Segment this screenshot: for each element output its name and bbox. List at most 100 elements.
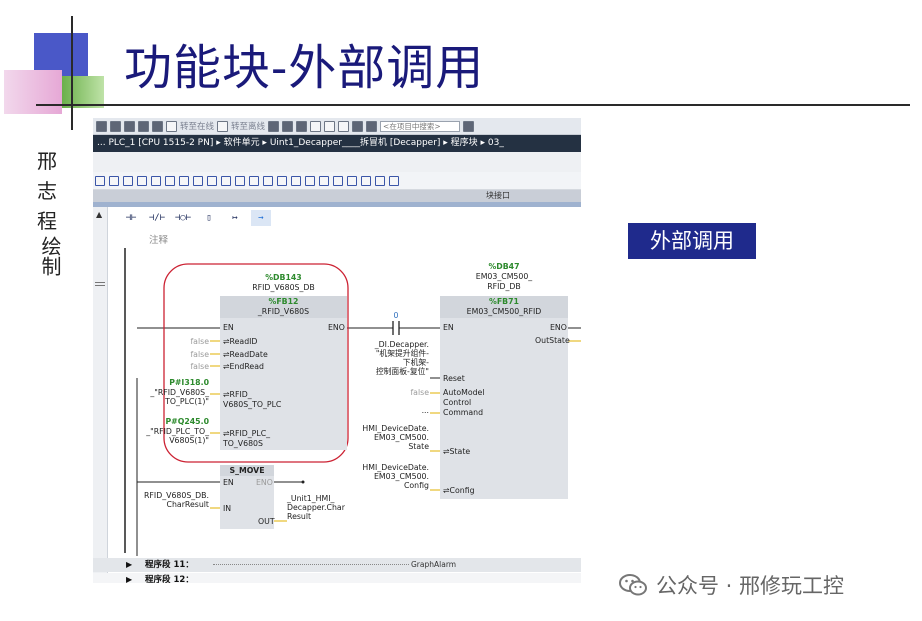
open-all-networks-icon[interactable] (179, 175, 189, 186)
smove-out-dst-1[interactable]: _Unit1_HMI_ (287, 494, 334, 503)
main-toolbar: 转至在线 转至离线 <在项目中搜索> (93, 118, 581, 135)
fb71-reset-src-1[interactable]: _DI.Decapper. (355, 340, 429, 349)
save-icon[interactable] (96, 120, 107, 132)
monitor-on-icon[interactable] (347, 175, 357, 186)
smove-out-dst-2[interactable]: Decapper.Char (287, 503, 345, 512)
step-icon[interactable] (375, 175, 385, 186)
network-overview-icon[interactable] (263, 175, 273, 186)
show-comment-icon[interactable] (207, 175, 217, 186)
absolute-address-icon[interactable] (151, 175, 161, 186)
decor-horizontal-line (36, 104, 910, 106)
fb12-in2-name-a[interactable]: _"RFID_PLC_TO_ (133, 427, 209, 436)
update-call-icon[interactable] (319, 175, 329, 186)
assignment-list-icon[interactable] (291, 175, 301, 186)
go-offline-icon[interactable] (217, 120, 229, 132)
fb71-db-name-a[interactable]: EM03_CM500_ (440, 272, 568, 281)
empty-box-icon[interactable]: ▯ (199, 210, 219, 226)
fb12-en-pin: EN (223, 323, 234, 332)
favorites-icon[interactable] (165, 175, 175, 186)
nc-contact-icon[interactable]: ⊣/⊢ (147, 210, 167, 226)
fb12-in1-name-b[interactable]: TO_PLC(1)" (133, 397, 209, 406)
fb12-false-3[interactable]: false (173, 362, 209, 371)
split-vertical-icon[interactable] (338, 120, 350, 132)
close-icon[interactable] (310, 120, 322, 132)
pin-label: Config (449, 486, 475, 495)
fb12-false-1[interactable]: false (173, 337, 209, 346)
fb71-reset-src-2[interactable]: "机架提升组件- (355, 349, 429, 358)
call-structure-icon[interactable] (277, 175, 287, 186)
network-12-header[interactable]: ▶ 程序段 12： (93, 573, 581, 583)
layout-icon[interactable] (124, 120, 135, 132)
go-to-error-icon[interactable] (221, 175, 231, 186)
go-online-button[interactable]: 转至在线 (180, 120, 214, 132)
zoom-icon[interactable] (389, 175, 399, 186)
fb12-false-2[interactable]: false (173, 350, 209, 359)
smove-out-dst-3[interactable]: Result (287, 512, 311, 521)
insert-network-icon[interactable] (95, 175, 105, 186)
open-branch-icon[interactable]: ↦ (225, 210, 245, 226)
pin-label: RFID_PLC_ (229, 429, 271, 438)
go-online-icon[interactable] (166, 120, 177, 132)
fb12-db-name[interactable]: RFID_V680S_DB (220, 283, 347, 292)
fb71-reset-src-3[interactable]: 下机架- (355, 358, 429, 367)
download-icon[interactable] (152, 120, 163, 132)
compile-icon[interactable] (333, 175, 343, 186)
smove-in-src-a[interactable]: RFID_V680S_DB. (133, 491, 209, 500)
network-comment[interactable]: 注释 (149, 232, 168, 246)
block-interface-label[interactable]: 块接口 (486, 190, 510, 202)
fb71-pin-control: Control (443, 398, 472, 407)
fb71-config-src-2[interactable]: EM03_CM500. (355, 472, 429, 481)
fb71-fb-name[interactable]: EM03_CM500_RFID (440, 307, 568, 316)
smove-in-pin: IN (223, 504, 232, 513)
modify-icon[interactable] (137, 175, 147, 186)
expand-arrow-icon[interactable]: ▶ (126, 558, 132, 572)
split-horizontal-icon[interactable] (324, 120, 336, 132)
fb71-state-src-2[interactable]: EM03_CM500. (355, 433, 429, 442)
fb12-eno-pin: ENO (328, 323, 345, 332)
network-11-header[interactable]: ▶ 程序段 11： GraphAlarm (93, 558, 581, 572)
cross-reference-icon[interactable] (305, 175, 315, 186)
fb12-pin-plc-b: TO_V680S (223, 439, 263, 448)
fb71-db-name-b[interactable]: RFID_DB (440, 282, 568, 291)
no-contact-icon[interactable]: ⊣⊢ (121, 210, 141, 226)
compare-icon[interactable] (366, 120, 378, 132)
fb71-reset-src-4[interactable]: 控制面板-复位" (355, 367, 429, 376)
next-error-icon[interactable] (249, 175, 259, 186)
fb12-block[interactable] (220, 296, 347, 450)
fb71-config-src-3[interactable]: Config (355, 481, 429, 490)
fb71-config-src-1[interactable]: HMI_DeviceDate. (355, 463, 429, 472)
window-icon[interactable] (138, 120, 149, 132)
scroll-up-icon[interactable]: ▲ (96, 210, 102, 219)
stop-cpu-icon[interactable] (296, 120, 308, 132)
fb71-state-src-3[interactable]: State (355, 442, 429, 451)
fb71-auto-src[interactable]: false (393, 388, 429, 397)
prev-error-icon[interactable] (235, 175, 245, 186)
close-all-networks-icon[interactable] (193, 175, 203, 186)
monitor-icon[interactable] (123, 175, 133, 186)
go-offline-button[interactable]: 转至离线 (231, 120, 265, 132)
print-icon[interactable] (110, 120, 121, 132)
project-search-input[interactable]: <在项目中搜索> (380, 120, 461, 132)
inspect-icon[interactable] (352, 120, 364, 132)
interface-splitter[interactable] (93, 202, 581, 207)
fb12-in2-name-b[interactable]: V680S(1)" (133, 436, 209, 445)
start-cpu-icon[interactable] (282, 120, 294, 132)
expand-arrow-icon[interactable]: ▶ (126, 573, 132, 583)
fb12-pin-readdate: ⇌ReadDate (223, 350, 268, 359)
coil-icon[interactable]: ⊣○⊢ (173, 210, 193, 226)
accessible-devices-icon[interactable] (268, 120, 280, 132)
delete-network-icon[interactable] (109, 175, 119, 186)
smove-name[interactable]: S_MOVE (220, 466, 274, 475)
search-go-icon[interactable] (463, 120, 475, 132)
close-branch-icon[interactable]: → (251, 210, 271, 226)
pin-label: RFID_ (229, 390, 252, 399)
fb12-fb-name[interactable]: _RFID_V680S (220, 307, 347, 316)
pin-label: ReadID (229, 337, 258, 346)
breakpoint-icon[interactable] (361, 175, 371, 186)
fb71-state-src-1[interactable]: HMI_DeviceDate. (355, 424, 429, 433)
fb12-in1-name-a[interactable]: _"RFID_V680S_ (133, 388, 209, 397)
fb71-command-src[interactable]: ... (393, 406, 429, 415)
smove-in-src-b[interactable]: CharResult (133, 500, 209, 509)
breadcrumb[interactable]: ... PLC_1 [CPU 1515-2 PN] ▸ 软件单元 ▸ Uint1… (93, 135, 581, 152)
tia-portal-screenshot: 转至在线 转至离线 <在项目中搜索> ... PLC_1 [CPU 1515-2… (93, 118, 581, 583)
